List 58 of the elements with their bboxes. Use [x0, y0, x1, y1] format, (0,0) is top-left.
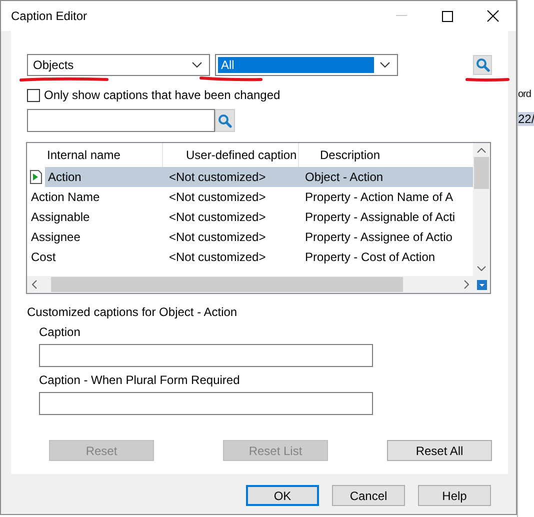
caption-field[interactable]: [39, 392, 373, 415]
scroll-up-icon: [477, 148, 486, 153]
table-row[interactable]: Action Name <Not customized> Property - Action Name of A: [27, 187, 473, 207]
checkbox-label: Only show captions that have been changed: [44, 88, 280, 102]
search-button[interactable]: [215, 109, 235, 132]
scroll-down-icon: [477, 266, 486, 271]
column-header[interactable]: Description: [299, 143, 473, 167]
search-button[interactable]: [473, 55, 492, 75]
table-cell-text: Action Name: [30, 189, 101, 206]
dropdown[interactable]: All: [215, 54, 398, 76]
window-title: Caption Editor: [11, 9, 88, 23]
table-cell-text: <Not customized>: [168, 249, 267, 266]
table-row[interactable]: Assignee <Not customized> Property - Assignee of Actio: [27, 227, 473, 247]
scroll-left-icon: [32, 280, 37, 289]
vertical-scrollbar[interactable]: [473, 143, 490, 276]
maximize-icon: [442, 10, 452, 22]
table-cell-text: Assignable: [30, 209, 91, 226]
table-row[interactable]: Assignable <Not customized> Property - Assignable of Acti: [27, 207, 473, 227]
table-cell-text: Property - Cost of Action: [304, 249, 436, 266]
table-cell-text: Property - Action Name of A: [304, 189, 454, 206]
table-cell-text: Property - Assignee of Actio: [304, 229, 454, 246]
annotation-underline: [199, 76, 263, 82]
background-text: ord: [518, 89, 531, 100]
table-cell-text: <Not customized>: [168, 189, 267, 206]
annotation-underline: [465, 77, 510, 82]
table-cell: Object - Action: [299, 167, 473, 187]
help-button[interactable]: Help: [418, 485, 491, 506]
dropdown-value: All: [218, 57, 374, 73]
table-row[interactable]: Cost <Not customized> Property - Cost of Action: [27, 247, 473, 267]
table-cell-text: <Not customized>: [168, 229, 267, 246]
table-row[interactable]: Action <Not customized> Object - Action: [27, 167, 473, 187]
table-cell-text: Property - Assignable of Acti: [304, 209, 456, 226]
scroll-thumb[interactable]: [474, 157, 489, 189]
field-label: Caption: [39, 325, 82, 339]
search-field[interactable]: [27, 109, 215, 132]
checkbox[interactable]: [27, 88, 40, 102]
section-heading: Customized captions for Object - Action: [27, 305, 238, 319]
row-pointer-icon: [30, 170, 42, 184]
table-cell: Action: [45, 167, 163, 187]
table-cell-text: Cost: [30, 249, 57, 266]
corner-menu-icon[interactable]: [477, 280, 487, 290]
table-cell-text: <Not customized>: [168, 209, 267, 226]
table-cell-text: Assignee: [30, 229, 82, 246]
search-icon: [218, 114, 232, 128]
field-label: Caption - When Plural Form Required: [39, 373, 241, 387]
caption-field[interactable]: [39, 344, 373, 367]
cancel-button[interactable]: Cancel: [332, 485, 405, 506]
close-icon: [487, 10, 499, 22]
chevron-down-icon: [380, 62, 390, 68]
reset-all-button[interactable]: Reset All: [387, 440, 492, 461]
dropdown[interactable]: Objects: [27, 54, 210, 76]
ok-button[interactable]: OK: [246, 485, 319, 506]
minimize-icon: [396, 15, 406, 17]
dropdown-value: Objects: [32, 57, 75, 73]
table-cell: <Not customized>: [163, 167, 299, 187]
scroll-right-icon: [464, 280, 469, 289]
chevron-down-icon: [192, 62, 202, 68]
search-icon: [476, 58, 490, 72]
